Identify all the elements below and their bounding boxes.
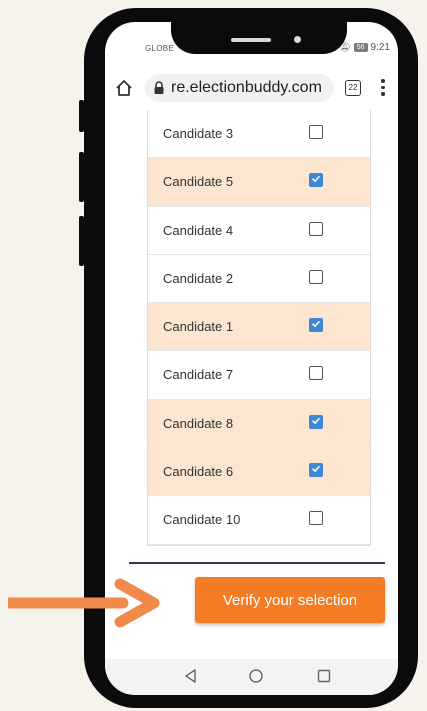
candidate-checkbox[interactable] [309, 221, 323, 236]
candidate-label: Candidate 2 [163, 270, 234, 286]
scene: GLOBE 🔕︎ 56 9:21 re.electionbuddy.com 22 [0, 0, 427, 711]
front-camera [294, 36, 301, 43]
back-triangle-icon[interactable] [183, 668, 199, 684]
section-divider [129, 562, 385, 564]
checkmark-icon [312, 417, 320, 424]
recent-square-icon[interactable] [316, 668, 332, 684]
phone-notch [171, 8, 347, 54]
candidate-label: Candidate 5 [163, 174, 234, 190]
android-nav-bar [105, 659, 398, 695]
home-icon[interactable] [114, 78, 134, 98]
candidate-checkbox[interactable] [309, 269, 323, 284]
speaker-grille [231, 38, 271, 42]
tab-switcher-button[interactable]: 22 [345, 80, 361, 96]
candidate-row[interactable]: Candidate 10 [148, 496, 370, 545]
status-icons: 🔕︎ 56 9:21 [339, 42, 390, 53]
checkmark-icon [312, 176, 320, 183]
address-bar[interactable]: re.electionbuddy.com [145, 74, 334, 102]
candidate-row[interactable]: Candidate 1 [148, 303, 370, 352]
candidate-checkbox[interactable] [309, 366, 323, 381]
checkmark-icon [312, 321, 320, 328]
more-vert-icon[interactable] [381, 79, 385, 97]
candidate-checkbox[interactable] [309, 511, 323, 526]
candidate-row[interactable]: Candidate 5 [148, 158, 370, 207]
candidate-label: Candidate 1 [163, 319, 234, 335]
candidate-checkbox[interactable] [309, 125, 323, 139]
candidate-checkbox[interactable] [309, 318, 323, 333]
candidate-row[interactable]: Candidate 2 [148, 255, 370, 304]
candidate-checkbox[interactable] [309, 463, 323, 478]
candidate-row[interactable]: Candidate 4 [148, 207, 370, 255]
candidate-label: Candidate 6 [163, 464, 234, 480]
browser-toolbar: re.electionbuddy.com 22 [105, 66, 398, 110]
candidate-label: Candidate 3 [163, 126, 234, 141]
carrier-label: GLOBE [145, 44, 175, 53]
candidate-label: Candidate 10 [163, 512, 241, 528]
candidate-row[interactable]: Candidate 6 [148, 448, 370, 497]
lock-icon [154, 81, 164, 94]
candidate-label: Candidate 8 [163, 415, 234, 431]
candidate-row[interactable]: Candidate 8 [148, 399, 370, 449]
checkmark-icon [312, 466, 320, 473]
clock: 9:21 [370, 42, 390, 53]
candidate-label: Candidate 4 [163, 222, 234, 238]
candidate-row[interactable]: Candidate 3 [148, 110, 370, 159]
battery-badge: 56 [353, 43, 368, 52]
candidate-list: Candidate 3 Candidate 5 Candidate 4 Candida… [147, 110, 371, 546]
verify-selection-button[interactable]: Verify your selection [195, 577, 385, 623]
home-circle-icon[interactable] [248, 668, 264, 684]
candidate-row[interactable]: Candidate 7 [148, 351, 370, 400]
candidate-checkbox[interactable] [309, 173, 323, 188]
candidate-label: Candidate 7 [163, 367, 234, 383]
candidate-checkbox[interactable] [309, 414, 323, 429]
arrow-right-icon [8, 578, 160, 628]
url-text: re.electionbuddy.com [171, 79, 322, 96]
